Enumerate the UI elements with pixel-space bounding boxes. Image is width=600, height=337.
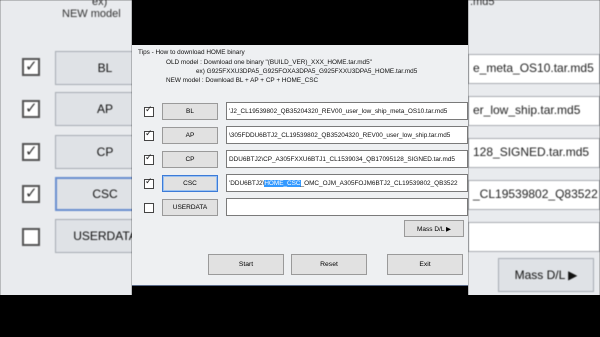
csc-field-prefix: 'DDU6BTJ2\: [229, 180, 265, 187]
start-button[interactable]: Start: [208, 254, 284, 275]
ap-button[interactable]: AP: [162, 127, 218, 144]
bg-button: USERDATA: [55, 219, 132, 253]
bg-checkbox: [22, 142, 40, 161]
row-csc: CSC 'DDU6BTJ2\HOME_CSC_OMC_OJM_A305FOJM6…: [132, 174, 468, 194]
bg-field: er_low_ship.tar.md5: [468, 96, 600, 126]
ap-checkbox[interactable]: [144, 129, 154, 141]
tips-line: OLD model : Download one binary "(BUILD_…: [166, 59, 372, 66]
row-cp: CP DDU6BTJ2\CP_A305FXXU6BTJ1_CL1539034_Q…: [132, 150, 468, 170]
mass-download-button[interactable]: Mass D/L ▶: [404, 220, 464, 237]
bg-button: CSC: [55, 177, 132, 211]
bg-button: CP: [55, 135, 132, 169]
csc-field-selection: HOME_CSC: [264, 180, 301, 187]
bg-field: _CL19539802_Q83522: [468, 180, 600, 210]
reset-button[interactable]: Reset: [291, 254, 367, 275]
csc-field-suffix: _OMC_OJM_A305FOJM6BTJ2_CL19539802_QB3522: [300, 180, 458, 187]
bg-checkbox: [22, 57, 40, 76]
main-panel: Tips - How to download HOME binary OLD m…: [132, 45, 468, 285]
bg-field: [468, 222, 600, 252]
exit-button[interactable]: Exit: [387, 254, 463, 275]
bg-button: AP: [55, 92, 132, 126]
bl-button[interactable]: BL: [162, 103, 218, 120]
row-userdata: USERDATA: [132, 198, 468, 218]
bg-field: 128_SIGNED.tar.md5: [468, 138, 600, 168]
bg-checkbox: [22, 99, 40, 118]
window-bottom-edge: [132, 285, 468, 286]
bg-field: e_meta_OS10.tar.md5: [468, 54, 600, 84]
bg-checkbox: [22, 228, 40, 246]
tips-line: NEW model : Download BL + AP + CP + HOME…: [166, 77, 319, 84]
row-ap: AP \305FDDU6BTJ2_CL19539802_QB35204320_R…: [132, 126, 468, 146]
bg-text: ex): [92, 0, 108, 8]
cp-button[interactable]: CP: [162, 151, 218, 168]
background-right: .md5 e_meta_OS10.tar.md5 er_low_ship.tar…: [468, 0, 600, 337]
bg-text: .md5: [470, 0, 495, 8]
bg-button: Mass D/L ▶: [498, 258, 594, 292]
cp-checkbox[interactable]: [144, 153, 154, 165]
cp-field[interactable]: DDU6BTJ2\CP_A305FXXU6BTJ1_CL1539034_QB17…: [226, 150, 468, 168]
tips-title: Tips - How to download HOME binary: [138, 49, 245, 56]
userdata-button[interactable]: USERDATA: [162, 199, 218, 216]
userdata-checkbox[interactable]: [144, 203, 154, 213]
bg-text: NEW model: [62, 8, 121, 20]
userdata-field[interactable]: [226, 198, 468, 216]
csc-checkbox[interactable]: [144, 177, 154, 189]
bg-button: BL: [55, 51, 132, 85]
csc-button[interactable]: CSC: [162, 175, 218, 192]
bg-checkbox: [22, 184, 40, 203]
background-left: ex) NEW model BL AP CP CSC USERDATA: [0, 0, 132, 337]
bl-field[interactable]: 'J2_CL19539802_QB35204320_REV00_user_low…: [226, 102, 468, 120]
tips-line: ex) G925FXXU3DPA5_G925FOXA3DPA5_G925FXXU…: [196, 68, 418, 75]
odin-window: Tips - How to download HOME binary OLD m…: [132, 0, 468, 337]
bl-checkbox[interactable]: [144, 105, 154, 117]
ap-field[interactable]: \305FDDU6BTJ2_CL19539802_QB35204320_REV0…: [226, 126, 468, 144]
csc-field[interactable]: 'DDU6BTJ2\HOME_CSC_OMC_OJM_A305FOJM6BTJ2…: [226, 174, 468, 192]
row-bl: BL 'J2_CL19539802_QB35204320_REV00_user_…: [132, 102, 468, 122]
